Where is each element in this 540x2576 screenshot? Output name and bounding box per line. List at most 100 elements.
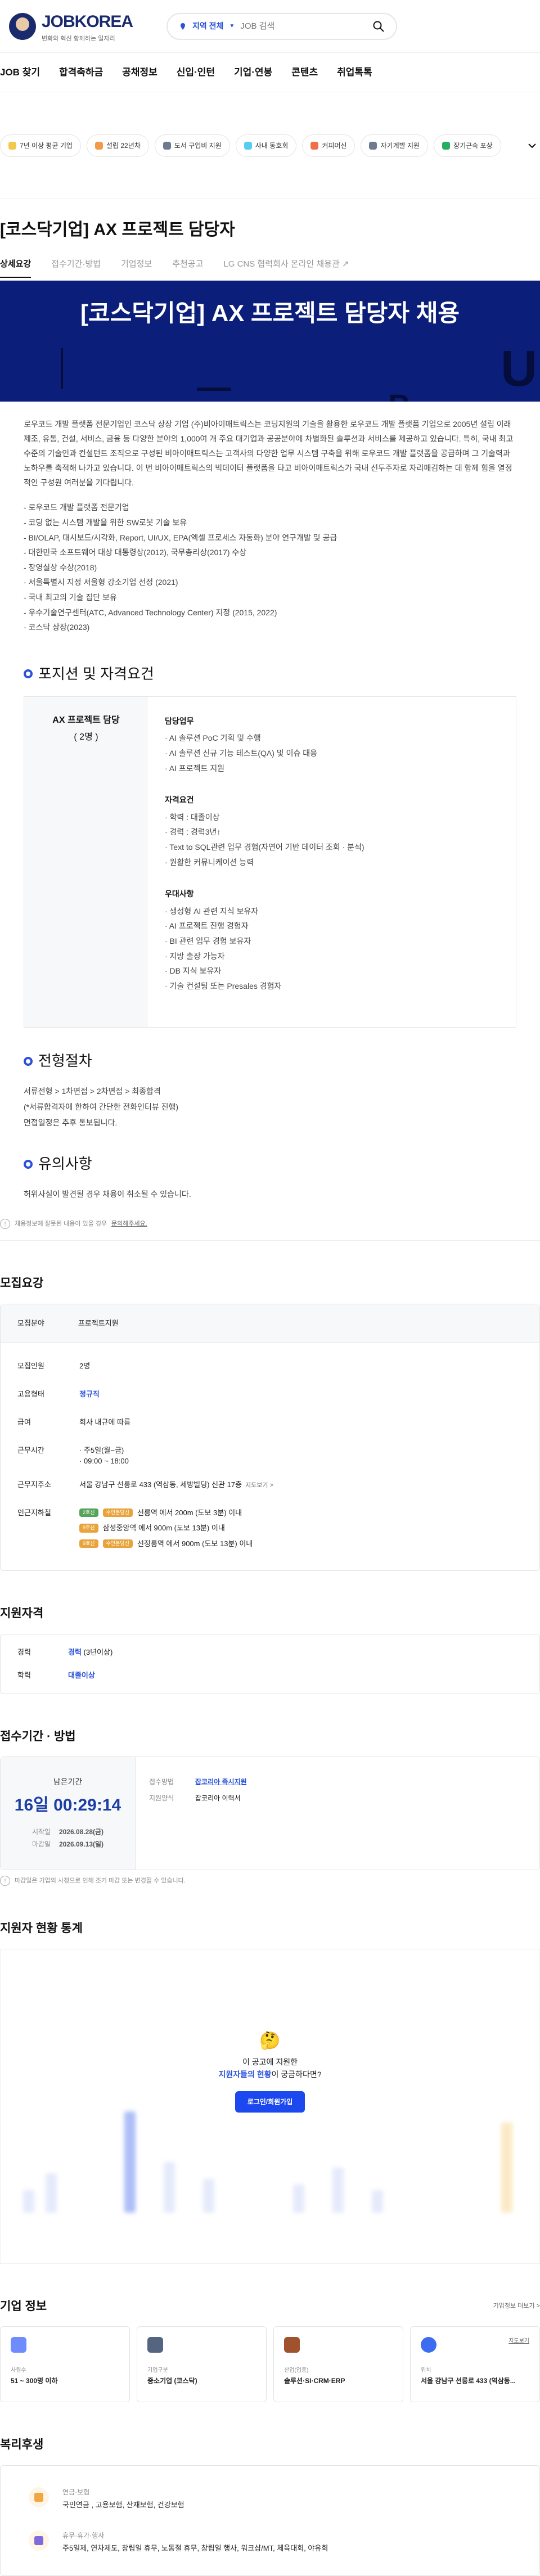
map-link[interactable]: 지도보기 >	[245, 1482, 273, 1489]
list-item: - BI/OLAP, 대시보드/시각화, Report, UI/UX, EPA(…	[24, 533, 338, 542]
intro-text: 로우코드 개발 플랫폼 전문기업인 코스닥 상장 기업 (주)비아이매트릭스는 …	[24, 420, 514, 487]
benefit-row: 휴무·휴가·행사 주5일제, 연차제도, 창립일 휴무, 노동절 휴무, 창립일 …	[1, 2520, 539, 2564]
list-item: · 경력 : 경력3년↑	[165, 827, 221, 837]
header: JOBKOREA 변화와 혁신 함께하는 일자리 지역 전체 ▼	[0, 0, 540, 53]
location-select[interactable]: 지역 전체	[192, 20, 223, 32]
search-bar: 지역 전체 ▼	[166, 12, 397, 40]
report-link[interactable]: 문의해주세요.	[111, 1219, 147, 1229]
logo[interactable]: JOBKOREA 변화와 혁신 함께하는 일자리	[9, 9, 166, 44]
map-link[interactable]: 지도보기	[508, 2337, 529, 2345]
period-card: 남은기간 16일 00:29:14 시작일 2026.08.28(금) 마감일 20…	[0, 1757, 540, 1871]
banner-decoration	[197, 388, 231, 391]
company-card-employees: 사원수 51 ~ 300명 이하	[0, 2326, 130, 2403]
list-item: · AI 프로젝트 지원	[165, 763, 225, 773]
nav-company-salary[interactable]: 기업·연봉	[234, 65, 272, 80]
company-more-link[interactable]: 기업정보 더보기 >	[493, 2302, 540, 2311]
tag-item[interactable]: 7년 이상 평균 기업	[0, 134, 81, 157]
section-title: 기업 정보	[0, 2299, 47, 2313]
req-field-header: 모집분야 프로젝트지원	[1, 1304, 539, 1343]
list-item: · 생성형 AI 관련 지식 보유자	[165, 906, 259, 916]
search-input[interactable]	[240, 21, 367, 31]
tag-icon	[163, 141, 171, 150]
calendar-icon	[29, 2530, 49, 2551]
apply-method-panel: 접수방법 잡코리아 즉시지원 지원양식 잡코리아 이력서	[149, 1778, 247, 1803]
section-heading: 전형절차	[24, 1050, 540, 1072]
detail-tabs: 상세요강 접수기간·방법 기업정보 추천공고 LG CNS 협력회사 온라인 채…	[0, 258, 540, 281]
tag-item[interactable]: 장기근속 포상	[434, 134, 501, 157]
circle-bullet-icon	[24, 1056, 33, 1066]
apply-link[interactable]: 잡코리아 즉시지원	[195, 1778, 247, 1786]
notice-text: 허위사실이 발견될 경우 채용이 취소될 수 있습니다.	[24, 1190, 191, 1199]
qual-row: 학력 대졸이상	[17, 1671, 95, 1680]
preferred-group: 우대사항 · 생성형 AI 관련 지식 보유자 · AI 프로젝트 진행 경험자…	[165, 886, 499, 993]
tag-icon	[8, 141, 16, 150]
nav-intern[interactable]: 신입·인턴	[177, 65, 215, 80]
company-card-type: 기업구분 중소기업 (코스닥)	[137, 2326, 267, 2403]
section-title: 복리후생	[0, 2438, 44, 2452]
tag-item[interactable]: 커피머신	[302, 134, 356, 157]
section-heading: 포지션 및 자격요건	[24, 663, 540, 685]
list-item: · 지방 출장 가능자	[165, 951, 225, 961]
nav-talk[interactable]: 취업톡톡	[337, 65, 372, 80]
banner-decoration: U	[501, 341, 537, 397]
list-item: - 우수기술연구센터(ATC, Advanced Technology Cent…	[24, 607, 277, 617]
tab-company-info[interactable]: 기업정보	[121, 258, 152, 277]
circle-bullet-icon	[24, 1159, 33, 1169]
insurance-icon	[29, 2487, 49, 2507]
applicant-stats: 🤔 이 공고에 지원한 지원자들의 현황이 궁금하다면? 로그인/회원가입	[0, 1948, 540, 2264]
req-row: 급여 회사 내규에 따름	[17, 1417, 130, 1426]
list-item: - 국내 최고의 기술 집단 보유	[24, 593, 117, 602]
section-title: 접수기간 · 방법	[0, 1730, 76, 1743]
section-title: 모집요강	[0, 1277, 44, 1290]
list-item: - 로우코드 개발 플랫폼 전문기업	[24, 503, 129, 512]
section-title: 지원자격	[0, 1607, 44, 1620]
countdown-timer: 16일 00:29:14	[14, 1795, 122, 1814]
search-icon[interactable]	[372, 20, 385, 33]
requirement-card: 모집분야 프로젝트지원 모집인원 2명 고용형태 정규직 급여 회사 내규에 따름 근…	[0, 1303, 540, 1571]
info-icon: !	[0, 1219, 10, 1230]
list-item: · 원활한 커뮤니케이션 능력	[165, 857, 254, 867]
nav-public-recruit[interactable]: 공채정보	[122, 65, 158, 80]
login-button[interactable]: 로그인/회원가입	[235, 2091, 305, 2113]
list-item: · AI 솔루션 PoC 기획 및 수행	[165, 733, 261, 743]
tag-icon	[244, 141, 252, 150]
qual-row: 경력 경력 (3년이상)	[17, 1647, 113, 1656]
company-intro: 로우코드 개발 플랫폼 전문기업인 코스닥 상장 기업 (주)비아이매트릭스는 …	[0, 402, 540, 641]
company-info-grid: 사원수 51 ~ 300명 이하 기업구분 중소기업 (코스닥) 산업(업종) 솔루션…	[0, 2326, 540, 2403]
job-banner: [코스닥기업] AX 프로젝트 담당자 채용 P U	[0, 281, 540, 402]
tag-item[interactable]: 사내 동호회	[235, 134, 297, 157]
tag-item[interactable]: 자기계발 지원	[361, 134, 429, 157]
tag-icon	[94, 141, 103, 150]
list-item: · 학력 : 대졸이상	[165, 812, 220, 822]
requirement-group: 자격요건 · 학력 : 대졸이상 · 경력 : 경력3년↑ · Text to …	[165, 792, 499, 870]
qualification-card: 경력 경력 (3년이상) 학력 대졸이상	[0, 1633, 540, 1694]
nav-contents[interactable]: 콘텐츠	[291, 65, 318, 80]
tab-lgcns[interactable]: LG CNS 협력회사 온라인 채용관 ↗	[223, 258, 349, 277]
chevron-down-icon[interactable]	[524, 138, 540, 154]
circle-bullet-icon	[24, 669, 33, 679]
briefcase-icon	[284, 2337, 300, 2353]
info-icon: !	[0, 1876, 10, 1886]
list-item: - 장영실상 수상(2018)	[24, 562, 97, 572]
list-item: · Text to SQL관련 업무 경험(자연어 기반 데이터 조회 · 분석…	[165, 842, 364, 852]
tab-recommended[interactable]: 추천공고	[172, 258, 203, 277]
nav-job-search[interactable]: JOB 찾기	[0, 65, 40, 80]
logo-tagline: 변화와 혁신 함께하는 일자리	[42, 35, 115, 42]
list-item: - 서울특별시 지정 서울형 강소기업 선정 (2021)	[24, 578, 178, 587]
list-item: - 코스닥 상장(2023)	[24, 623, 90, 632]
map-pin-icon	[421, 2337, 436, 2353]
banner-decoration: P	[388, 382, 409, 402]
logo-avatar	[9, 12, 36, 40]
job-title-area: [코스닥기업] AX 프로젝트 담당자 상세요강 접수기간·방법 기업정보 추천…	[0, 199, 540, 281]
tab-apply-method[interactable]: 접수기간·방법	[51, 258, 101, 277]
location-pin-icon	[181, 22, 185, 30]
thinking-face-icon: 🤔	[259, 2031, 281, 2050]
tag-item[interactable]: 설립 22년차	[86, 134, 149, 157]
nav-bonus[interactable]: 합격축하금	[59, 65, 103, 80]
list-item: · BI 관련 업무 경험 보유자	[165, 936, 251, 945]
people-icon	[11, 2337, 26, 2353]
tag-item[interactable]: 도서 구입비 지원	[154, 134, 230, 157]
req-row-subway: 인근지하철 2호선 수인분당선 선릉역 에서 200m (도보 3분) 이내 9호선…	[1, 1501, 539, 1560]
section-heading: 유의사항	[24, 1153, 540, 1175]
tab-detail[interactable]: 상세요강	[0, 258, 32, 278]
